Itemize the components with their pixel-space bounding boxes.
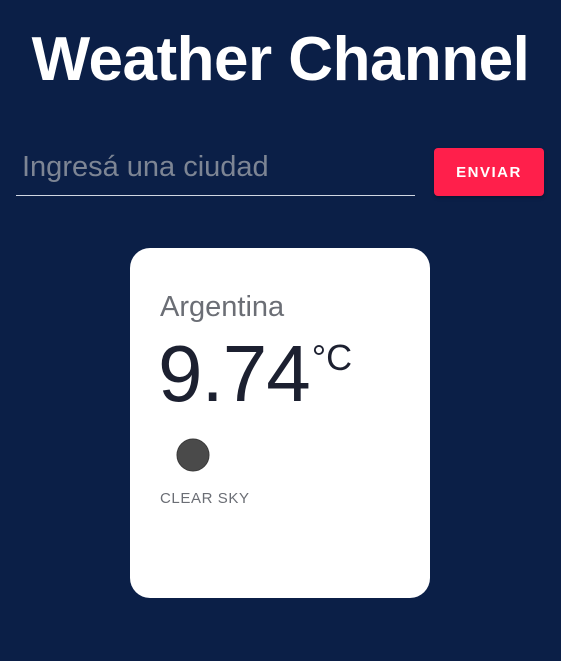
temperature-value: 9.74: [158, 329, 311, 418]
city-search-form: ENVIAR: [16, 140, 544, 200]
city-name: Argentina: [160, 291, 285, 323]
temperature-unit: °C: [311, 337, 353, 378]
clear-sky-icon: [176, 438, 210, 472]
temperature-row: 9.74 °C: [158, 334, 352, 414]
weather-card: Argentina 9.74 °C CLEAR SKY: [130, 248, 430, 598]
page-title: Weather Channel: [31, 25, 530, 94]
submit-button[interactable]: ENVIAR: [434, 148, 544, 196]
weather-condition: CLEAR SKY: [160, 490, 250, 507]
weather-app: Weather Channel ENVIAR Argentina 9.74 °C…: [0, 0, 561, 661]
city-search-input[interactable]: [16, 140, 415, 196]
